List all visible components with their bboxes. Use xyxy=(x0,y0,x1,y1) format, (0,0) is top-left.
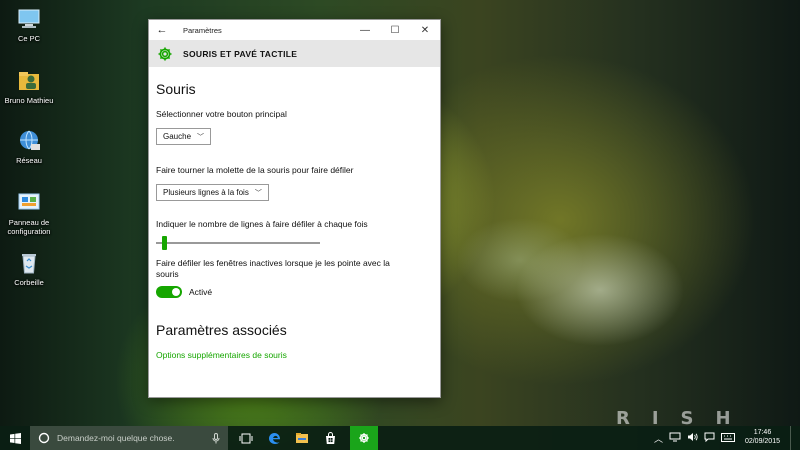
desktop-icon-recycle-bin[interactable]: Corbeille xyxy=(4,250,54,288)
inactive-scroll-toggle[interactable] xyxy=(156,286,182,299)
chevron-up-icon[interactable]: ︿ xyxy=(654,432,663,445)
edge-icon xyxy=(268,432,280,444)
desktop-icon-label: Ce PC xyxy=(17,34,41,43)
file-explorer-button[interactable] xyxy=(288,426,316,450)
network-icon xyxy=(20,130,40,150)
toggle-knob xyxy=(172,288,180,297)
search-placeholder: Demandez-moi quelque chose. xyxy=(57,433,175,443)
desktop-icon-label: Réseau xyxy=(16,156,42,165)
file-explorer-icon xyxy=(296,433,308,443)
lines-slider-label: Indiquer le nombre de lignes à faire déf… xyxy=(156,219,368,230)
edge-button[interactable] xyxy=(260,426,288,450)
primary-button-value: Gauche xyxy=(163,132,192,142)
desktop-icon-user-folder[interactable]: Bruno Mathieu xyxy=(4,68,54,106)
scroll-wheel-label: Faire tourner la molette de la souris po… xyxy=(156,165,354,176)
slider-thumb[interactable] xyxy=(162,236,168,251)
primary-button-label: Sélectionner votre bouton principal xyxy=(156,109,287,119)
related-settings-title: Paramètres associés xyxy=(156,322,287,339)
page-title: SOURIS ET PAVÉ TACTILE xyxy=(183,48,298,59)
window-title: Paramètres xyxy=(183,25,222,35)
chevron-down-icon: ﹀ xyxy=(197,133,205,141)
start-button[interactable] xyxy=(0,426,30,450)
gear-icon xyxy=(158,47,172,60)
title-bar: ← Paramètres — ☐ ✕ xyxy=(149,20,440,40)
toggle-state: Activé xyxy=(189,287,213,298)
mouse-options-link[interactable]: Options supplémentaires de souris xyxy=(156,350,440,360)
back-button[interactable]: ← xyxy=(149,24,175,36)
desktop-icon-label: Panneau de configuration xyxy=(7,218,51,236)
windows-logo-icon xyxy=(9,432,21,444)
clock-date: 02/09/2015 xyxy=(744,438,780,445)
settings-icon xyxy=(359,433,369,443)
scroll-wheel-value: Plusieurs lignes à la fois xyxy=(163,188,249,198)
user-folder-icon xyxy=(19,72,39,90)
desktop-icon-label: Corbeille xyxy=(14,278,44,287)
close-button[interactable]: ✕ xyxy=(410,20,440,40)
microphone-icon[interactable] xyxy=(212,432,220,444)
settings-header: SOURIS ET PAVÉ TACTILE xyxy=(149,40,440,67)
minimize-button[interactable]: — xyxy=(350,20,380,40)
section-title: Souris xyxy=(156,81,196,97)
control-panel-icon xyxy=(18,193,40,210)
store-button[interactable] xyxy=(316,426,344,450)
desktop-icon-control-panel[interactable]: Panneau de configuration xyxy=(4,190,54,236)
taskbar: Demandez-moi quelque chose. ︿ 17:46 02/0… xyxy=(0,426,800,450)
lines-slider[interactable] xyxy=(156,236,320,251)
recycle-bin-icon xyxy=(22,254,36,274)
task-view-button[interactable] xyxy=(232,426,260,450)
keyboard-icon[interactable] xyxy=(720,432,735,444)
chevron-down-icon: ﹀ xyxy=(254,189,262,197)
cortana-icon xyxy=(38,432,50,444)
settings-taskbar-button[interactable] xyxy=(350,426,378,450)
desktop-icon-this-pc[interactable]: Ce PC xyxy=(4,6,54,44)
action-center-icon[interactable] xyxy=(704,432,715,444)
maximize-button[interactable]: ☐ xyxy=(380,20,410,40)
network-status-icon[interactable] xyxy=(669,432,681,444)
slider-track xyxy=(156,242,320,245)
search-box[interactable]: Demandez-moi quelque chose. xyxy=(30,426,228,450)
inactive-scroll-label: Faire défiler les fenêtres inactives lor… xyxy=(156,258,390,280)
system-tray: ︿ 17:46 02/09/2015 xyxy=(654,426,800,450)
settings-content: Souris Sélectionner votre bouton princip… xyxy=(149,67,440,360)
desktop-icon-network[interactable]: Réseau xyxy=(4,128,54,166)
clock-time: 17:46 xyxy=(753,429,772,437)
inactive-scroll-row: Activé xyxy=(156,286,440,299)
scroll-wheel-select[interactable]: Plusieurs lignes à la fois ﹀ xyxy=(156,184,269,202)
store-icon xyxy=(325,431,335,444)
desktop-icon-label: Bruno Mathieu xyxy=(4,96,54,105)
clock[interactable]: 17:46 02/09/2015 xyxy=(741,429,784,447)
show-desktop-button[interactable] xyxy=(790,426,794,450)
settings-window: ← Paramètres — ☐ ✕ SOURIS ET PAVÉ TACTIL… xyxy=(148,19,441,398)
volume-icon[interactable] xyxy=(687,432,698,444)
task-view-icon xyxy=(239,433,253,443)
primary-button-select[interactable]: Gauche ﹀ xyxy=(156,128,212,146)
computer-icon xyxy=(18,9,40,28)
